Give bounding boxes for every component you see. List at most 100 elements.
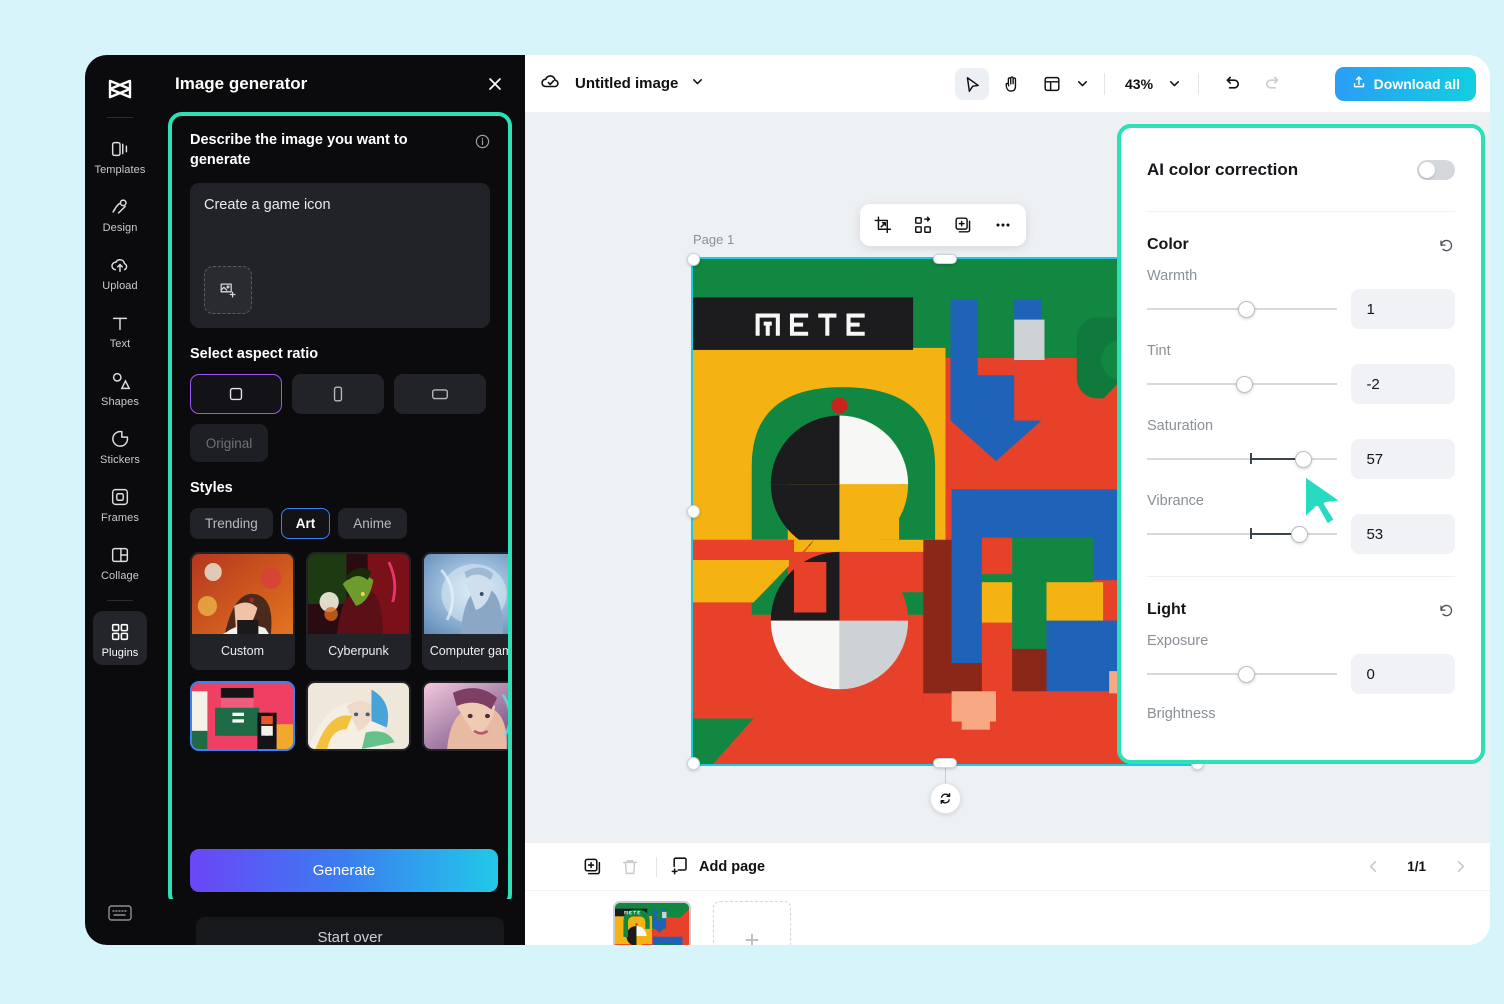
style-card-label: Custom (220, 643, 265, 658)
resize-handle-tl[interactable] (687, 253, 700, 266)
sidebar-item-templates[interactable]: Templates (93, 128, 147, 182)
left-sidebar: Templates Design Upload Text Shapes Stic… (85, 55, 155, 945)
add-image-icon[interactable] (204, 266, 252, 315)
hand-pan-icon[interactable] (995, 68, 1029, 100)
warmth-value-input[interactable]: 1 (1351, 289, 1455, 329)
sidebar-item-frames[interactable]: Frames (93, 476, 147, 530)
control-brightness: Brightness (1147, 706, 1455, 722)
sidebar-label-design: Design (102, 222, 138, 234)
slider-knob[interactable] (1295, 451, 1312, 468)
control-saturation: Saturation 57 (1147, 418, 1455, 479)
generate-button[interactable]: Generate (190, 849, 498, 892)
layout-icon[interactable] (1035, 68, 1069, 100)
style-card-cyberpunk[interactable]: Cyberpunk (306, 552, 411, 671)
sidebar-divider (107, 117, 133, 118)
generator-header: Image generator (155, 55, 525, 112)
trash-icon[interactable] (618, 855, 642, 879)
reset-icon[interactable] (1438, 602, 1455, 619)
warmth-slider[interactable] (1147, 298, 1338, 320)
reset-icon[interactable] (1438, 237, 1455, 254)
ai-color-correction-row: AI color correction (1147, 128, 1455, 212)
close-icon[interactable] (485, 74, 505, 94)
document-info: Untitled image (539, 69, 705, 98)
aspect-ratio-portrait[interactable] (292, 374, 384, 415)
duplicate-page-icon[interactable] (580, 855, 604, 879)
resize-handle-bl[interactable] (687, 757, 700, 770)
ai-color-correction-panel: AI color correction Color Warmth 1 Tint … (1117, 124, 1485, 764)
exposure-row: 0 (1147, 654, 1455, 694)
saturation-row: 57 (1147, 439, 1455, 479)
aspect-ratio-landscape[interactable] (394, 374, 486, 415)
saturation-label: Saturation (1147, 418, 1214, 434)
duplicate-icon[interactable] (950, 212, 976, 238)
exposure-value-input[interactable]: 0 (1351, 654, 1455, 694)
saturation-value-input[interactable]: 57 (1351, 439, 1455, 479)
undo-icon[interactable] (1215, 68, 1249, 100)
more-options-icon[interactable] (990, 212, 1016, 238)
floating-object-toolbar (860, 204, 1026, 246)
download-all-button[interactable]: Download all (1334, 66, 1476, 101)
sidebar-item-design[interactable]: Design (93, 186, 147, 240)
toggle-knob (1419, 161, 1435, 178)
resize-handle-top[interactable] (933, 254, 957, 264)
style-card-computer-game[interactable]: Computer game (422, 552, 508, 671)
style-thumb-5 (308, 683, 409, 750)
tint-label: Tint (1147, 343, 1171, 359)
chevron-left-icon[interactable] (1361, 855, 1385, 879)
sidebar-item-upload[interactable]: Upload (93, 244, 147, 298)
exposure-slider[interactable] (1147, 663, 1338, 685)
ai-color-correction-label: AI color correction (1147, 159, 1299, 179)
sidebar-item-plugins[interactable]: Plugins (93, 611, 147, 665)
slider-knob[interactable] (1238, 666, 1255, 683)
aspect-ratio-original[interactable]: Original (190, 424, 268, 463)
saturation-slider[interactable] (1147, 448, 1338, 470)
collage-icon (109, 544, 131, 566)
capcut-logo-icon[interactable] (100, 69, 140, 109)
chevron-down-icon[interactable] (690, 74, 705, 94)
sidebar-item-text[interactable]: Text (93, 302, 147, 356)
prompt-input[interactable]: Create a game icon (190, 183, 490, 329)
page-thumbnail[interactable]: 1 (613, 901, 691, 945)
aspect-ratio-square[interactable] (190, 374, 282, 415)
start-over-button[interactable]: Start over (196, 917, 504, 945)
style-thumb-4 (192, 683, 293, 750)
zoom-level[interactable]: 43% (1125, 76, 1153, 92)
sidebar-label-stickers: Stickers (100, 454, 140, 466)
brightness-label: Brightness (1147, 706, 1216, 722)
document-title[interactable]: Untitled image (575, 75, 678, 92)
vibrance-slider[interactable] (1147, 523, 1338, 545)
slider-knob[interactable] (1291, 526, 1308, 543)
style-card-custom[interactable]: Custom (190, 552, 295, 671)
style-card-5[interactable] (306, 681, 411, 752)
chevron-right-icon[interactable] (1448, 855, 1472, 879)
cursor-select-icon[interactable] (955, 67, 989, 100)
style-card-6[interactable] (422, 681, 508, 752)
add-page-button[interactable]: Add page (671, 855, 765, 879)
style-card-4[interactable] (190, 681, 295, 752)
style-tab-art[interactable]: Art (280, 508, 331, 540)
ai-color-correction-toggle[interactable] (1417, 159, 1455, 180)
style-tab-anime[interactable]: Anime (338, 508, 407, 540)
chevron-down-icon[interactable] (1075, 76, 1090, 91)
resize-handle-ml[interactable] (687, 505, 700, 518)
add-page-thumbnail[interactable]: + (713, 901, 791, 945)
tint-value-input[interactable]: -2 (1351, 364, 1455, 404)
rotate-icon[interactable] (930, 783, 961, 814)
sidebar-item-collage[interactable]: Collage (93, 534, 147, 588)
chevron-down-icon[interactable] (1167, 76, 1182, 91)
style-tab-trending[interactable]: Trending (190, 508, 273, 540)
resize-handle-bottom[interactable] (933, 758, 957, 768)
keyboard-icon[interactable] (103, 899, 137, 927)
info-icon[interactable] (475, 134, 490, 149)
slider-knob[interactable] (1236, 376, 1253, 393)
redo-icon[interactable] (1255, 68, 1289, 100)
top-toolbar: Untitled image 43% Download all (525, 55, 1490, 112)
sidebar-item-shapes[interactable]: Shapes (93, 360, 147, 414)
color-section-title: Color (1147, 236, 1189, 253)
sidebar-item-stickers[interactable]: Stickers (93, 418, 147, 472)
tint-slider[interactable] (1147, 373, 1338, 395)
crop-icon[interactable] (870, 212, 896, 238)
vibrance-value-input[interactable]: 53 (1351, 514, 1455, 554)
remove-background-icon[interactable] (910, 212, 936, 238)
slider-knob[interactable] (1238, 301, 1255, 318)
